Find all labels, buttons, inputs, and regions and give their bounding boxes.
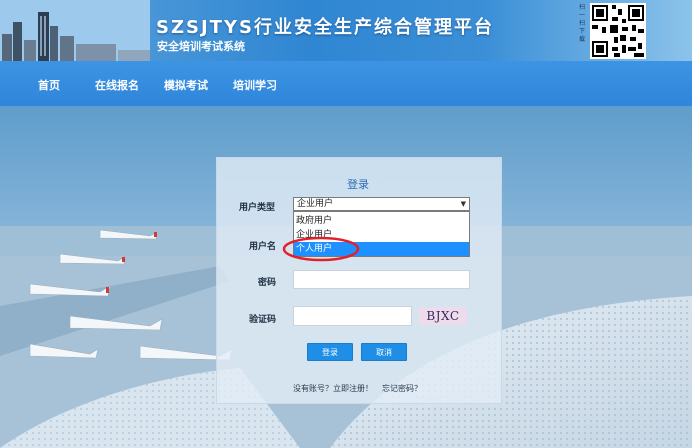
login-button[interactable]: 登录 — [307, 343, 353, 361]
cancel-button[interactable]: 取消 — [361, 343, 407, 361]
red-highlight-ellipse — [282, 236, 360, 262]
nav-item-training[interactable]: 培训学习 — [233, 77, 277, 93]
nav-item-home[interactable]: 首页 — [38, 77, 60, 93]
system-subtitle: 安全培训考试系统 — [157, 40, 245, 53]
captcha-label: 验证码 — [249, 315, 277, 325]
register-link[interactable]: 没有账号？立即注册！ — [293, 383, 373, 394]
login-title: 登录 — [347, 178, 369, 191]
main-nav: 首页 在线报名 模拟考试 培训学习 — [0, 61, 692, 106]
login-panel: 登录 用户类型 企业用户 ▼ 政府用户 企业用户 个人用户 用户名 密码 验证码… — [216, 157, 502, 404]
chevron-down-icon: ▼ — [460, 200, 466, 208]
nav-item-online-registration[interactable]: 在线报名 — [95, 77, 139, 93]
username-label: 用户名 — [249, 242, 277, 252]
captcha-field[interactable] — [293, 306, 412, 326]
user-type-select[interactable]: 企业用户 ▼ — [293, 197, 470, 211]
password-label: 密码 — [258, 278, 277, 288]
qr-code-icon[interactable] — [590, 3, 646, 59]
city-skyline-image — [0, 0, 150, 61]
qr-download-label: 扫一扫下载 — [578, 4, 585, 43]
user-type-selected-value: 企业用户 — [297, 199, 334, 209]
header-banner: SZSJTYS行业安全生产综合管理平台 安全培训考试系统 扫一扫下载 — [0, 0, 692, 61]
captcha-image[interactable]: BJXC — [419, 307, 467, 325]
forgot-password-link[interactable]: 忘记密码？ — [382, 383, 422, 394]
option-government-user[interactable]: 政府用户 — [294, 214, 469, 228]
nav-item-mock-exam[interactable]: 模拟考试 — [164, 77, 208, 93]
platform-title: SZSJTYS行业安全生产综合管理平台 — [156, 17, 494, 38]
user-type-label: 用户类型 — [239, 203, 276, 213]
password-field[interactable] — [293, 270, 470, 289]
